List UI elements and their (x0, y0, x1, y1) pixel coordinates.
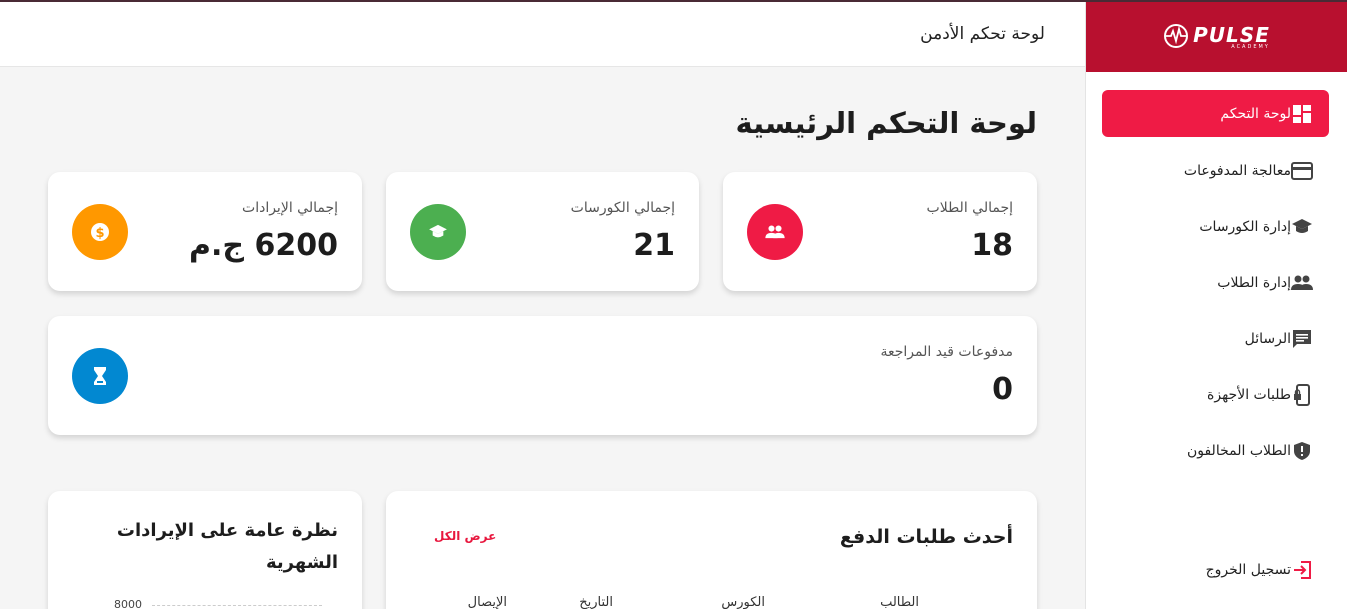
stat-card-students: إجمالي الطلاب 18 (723, 172, 1037, 291)
sidebar-item-label: إدارة الطلاب (1217, 274, 1291, 291)
people-icon (1291, 272, 1313, 294)
sidebar-item-label: الرسائل (1244, 330, 1291, 347)
logout-button[interactable]: تسجيل الخروج (1102, 546, 1329, 593)
y-axis-tick: 8000 (114, 598, 142, 609)
sidebar-item-label: معالجة المدفوعات (1183, 162, 1291, 179)
table-header-receipt: الإيصال (467, 595, 507, 609)
sidebar-item-courses[interactable]: إدارة الكورسات (1102, 203, 1329, 250)
graduation-cap-icon (1291, 216, 1313, 238)
sidebar-item-label: الطلاب المخالفون (1186, 442, 1291, 459)
credit-card-icon (1291, 160, 1313, 182)
sidebar-item-payments[interactable]: معالجة المدفوعات (1102, 147, 1329, 194)
recent-payments-card: أحدث طلبات الدفع عرض الكل الطالب الكورس … (386, 491, 1037, 609)
view-all-link[interactable]: عرض الكل (434, 529, 496, 543)
table-header-date: التاريخ (579, 595, 613, 609)
table-header-student: الطالب (880, 595, 919, 609)
device-lock-icon (1291, 383, 1313, 406)
section-title: أحدث طلبات الدفع (839, 526, 1013, 548)
sidebar-item-label: طلبات الأجهزة (1207, 386, 1291, 403)
stat-label: مدفوعات قيد المراجعة (880, 344, 1013, 360)
window-top-border (0, 0, 1347, 2)
hourglass-icon (72, 348, 128, 404)
stat-label: إجمالي الطلاب (926, 200, 1013, 216)
chart-gridline (152, 605, 322, 606)
dollar-icon: $ (72, 204, 128, 260)
stat-value: 21 (633, 228, 675, 263)
sidebar: PULSE ACADEMY لوحة التحكم معالجة المدفوع… (1085, 0, 1347, 609)
header-title: لوحة تحكم الأدمن (920, 24, 1045, 44)
stat-card-pending-payments: مدفوعات قيد المراجعة 0 (48, 316, 1037, 435)
stat-card-courses: إجمالي الكورسات 21 (386, 172, 699, 291)
heartbeat-logo-icon (1164, 24, 1189, 48)
stat-label: إجمالي الكورسات (570, 200, 675, 216)
sidebar-item-messages[interactable]: الرسائل (1102, 315, 1329, 362)
stat-label: إجمالي الإيرادات (242, 200, 338, 216)
sidebar-item-label: إدارة الكورسات (1199, 218, 1291, 235)
stat-value: 0 (992, 372, 1013, 407)
top-header: لوحة تحكم الأدمن (0, 2, 1085, 67)
logout-label: تسجيل الخروج (1205, 561, 1291, 578)
logout-icon (1291, 559, 1313, 581)
page-title: لوحة التحكم الرئيسية (735, 106, 1037, 140)
graduation-cap-icon (410, 204, 466, 260)
shield-alert-icon (1291, 440, 1313, 462)
dashboard-icon (1291, 103, 1313, 125)
sidebar-item-violating-students[interactable]: الطلاب المخالفون (1102, 427, 1329, 474)
brand-logo[interactable]: PULSE ACADEMY (1086, 0, 1347, 72)
sidebar-item-label: لوحة التحكم (1220, 105, 1291, 122)
sidebar-item-device-requests[interactable]: طلبات الأجهزة (1102, 371, 1329, 418)
stat-card-revenue: إجمالي الإيرادات 6200 ج.م $ (48, 172, 362, 291)
people-icon (747, 204, 803, 260)
table-header-course: الكورس (721, 595, 765, 609)
stat-value: 6200 ج.م (189, 228, 338, 263)
svg-text:$: $ (95, 226, 104, 241)
logo: PULSE ACADEMY (1163, 23, 1270, 50)
revenue-chart-card: نظرة عامة على الإيرادات الشهرية 8000 (48, 491, 362, 609)
stat-value: 18 (971, 228, 1013, 263)
message-icon (1291, 328, 1313, 350)
sidebar-item-dashboard[interactable]: لوحة التحكم (1102, 90, 1329, 137)
logo-text: PULSE (1193, 22, 1270, 47)
section-title: نظرة عامة على الإيرادات الشهرية (116, 520, 338, 573)
sidebar-item-students[interactable]: إدارة الطلاب (1102, 259, 1329, 306)
